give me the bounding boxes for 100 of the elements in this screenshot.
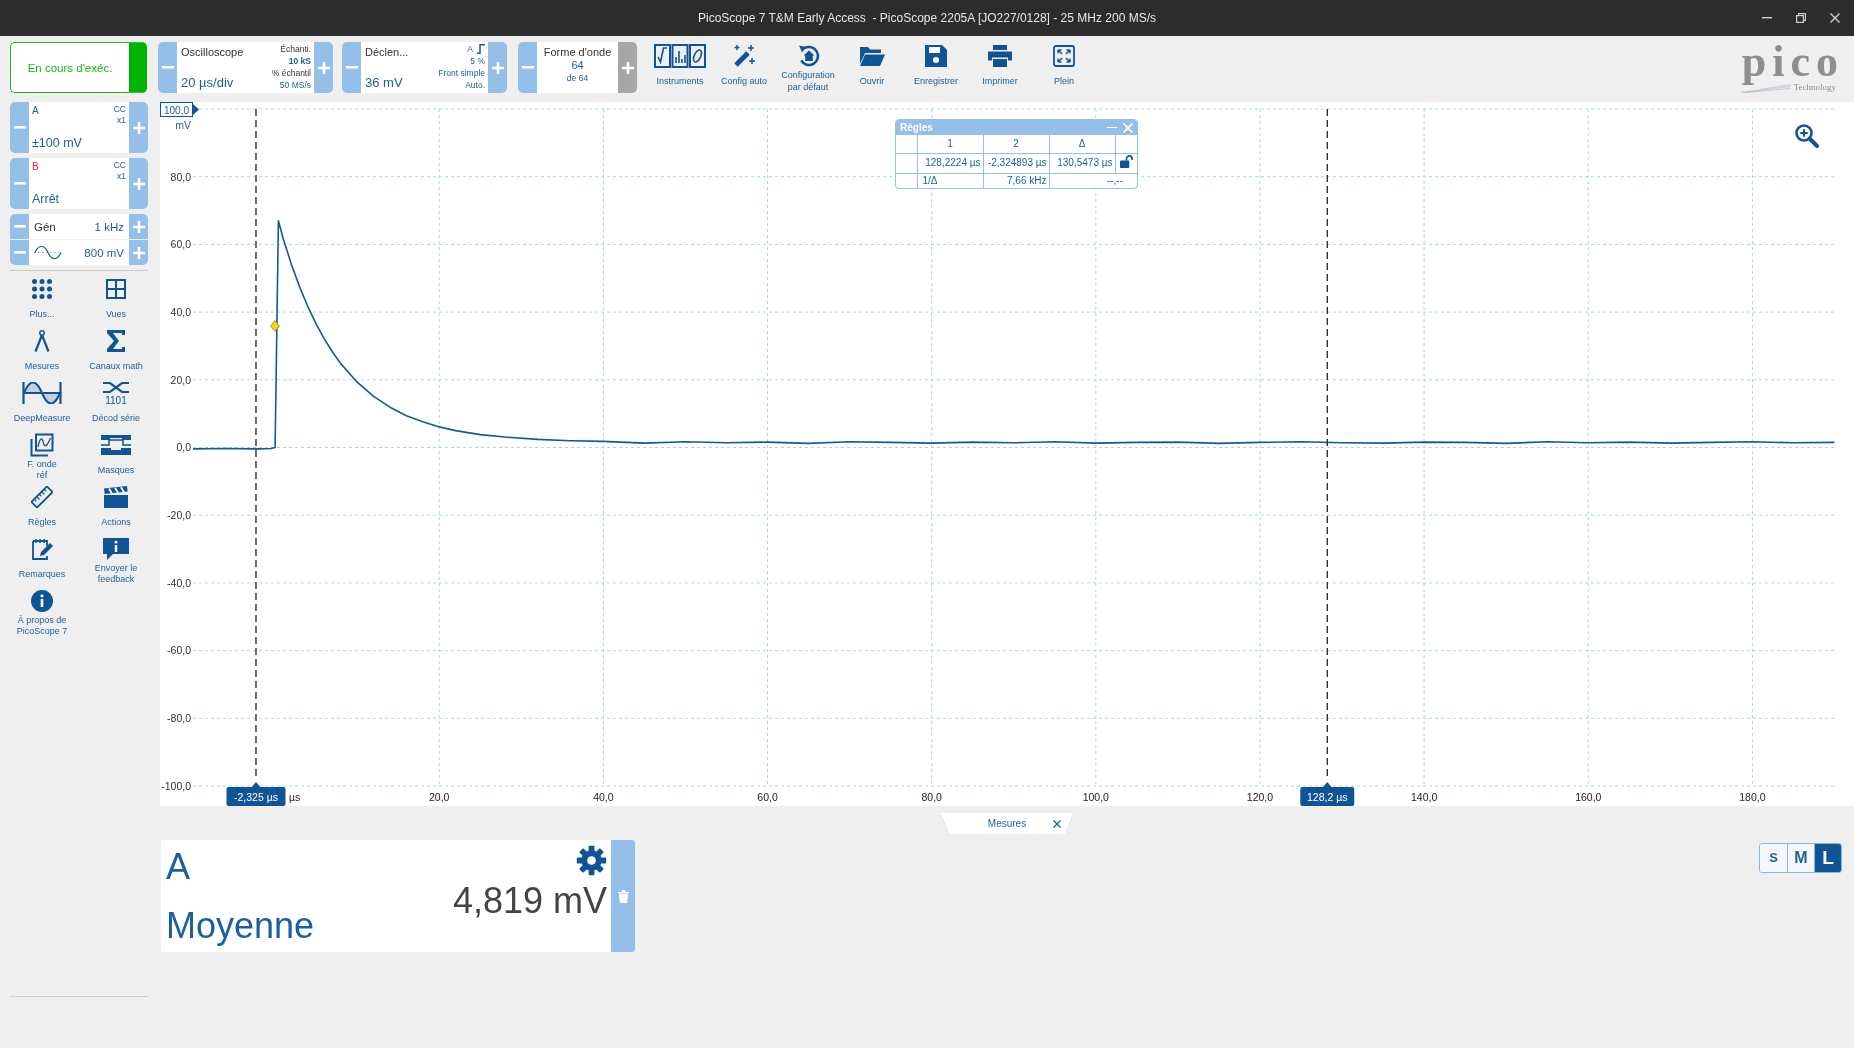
sidebar-tool-button[interactable]: Mesures [5, 328, 79, 378]
trigger-marker-icon[interactable] [270, 319, 281, 332]
plus-icon [132, 246, 145, 259]
toolbar-button[interactable]: Config auto [712, 42, 776, 93]
decrease-button[interactable] [158, 42, 177, 93]
generator-label: Gén [34, 220, 56, 233]
increase-button[interactable] [129, 158, 148, 209]
channel-name: B [32, 160, 39, 174]
probe-label[interactable]: x1 [117, 115, 126, 126]
trigger-level-value[interactable]: 36 mV [365, 75, 409, 91]
axis-tick-label: 40,0 [593, 791, 614, 803]
axis-tick-label: 40,0 [170, 305, 191, 318]
range-value[interactable]: ±100 mV [32, 135, 126, 151]
minus-icon [13, 182, 26, 185]
deep-measure-icon [22, 382, 62, 404]
generator-amplitude[interactable]: 800 mV [84, 246, 124, 259]
sidebar-tool-button[interactable]: Vues [79, 276, 153, 326]
decrease-button[interactable] [10, 240, 29, 265]
toolbar-button[interactable]: Plein [1032, 42, 1096, 93]
sidebar-tool-button[interactable]: Masques [79, 432, 153, 482]
toolbar-button[interactable]: Ouvrir [840, 42, 904, 93]
ruler-position: 128,2224 µs [917, 153, 983, 173]
axis-tick-label: -60,0 [167, 644, 191, 657]
samples-value[interactable]: 10 kS [288, 55, 311, 67]
logo-tagline: Technology [1793, 82, 1836, 93]
waveform-total: de 64 [566, 72, 589, 84]
window-title: PicoScope 7 T&M Early Access - PicoScope 2205A [JO227/0128] - 25 MHz 200 MS/s [697, 11, 1157, 25]
column-header: Δ [1049, 135, 1115, 153]
axis-tick-label: 60,0 [757, 791, 778, 803]
magic-wand-icon [732, 44, 756, 68]
sidebar-tool-button[interactable]: Actions [79, 484, 153, 534]
plus-icon [132, 177, 145, 190]
minus-icon [13, 225, 26, 228]
plus-icon [491, 61, 504, 74]
mask-pulse-icon [101, 435, 131, 455]
control-title: Forme d'onde [543, 45, 612, 59]
view-size-button[interactable]: L [1814, 844, 1841, 872]
sidebar-tool-button[interactable]: Plus... [5, 276, 79, 326]
restore-icon[interactable] [1796, 13, 1806, 23]
toolbar-button[interactable]: Enregistrer [904, 42, 968, 93]
sidebar-tool-button[interactable]: DeepMeasure [5, 380, 79, 430]
axis-tick-label: 20,0 [429, 791, 450, 803]
sidebar-tool-button[interactable]: À propos de PicoScope 7 [5, 588, 79, 638]
measurement-value: 4,819 mV [452, 881, 607, 921]
coupling-label[interactable]: CC [113, 104, 126, 115]
increase-button[interactable] [314, 42, 333, 93]
measurements-tab[interactable]: Mesures [940, 813, 1074, 834]
sidebar-tool-button[interactable]: Règles [5, 484, 79, 534]
plus-icon [132, 220, 145, 233]
increase-button[interactable] [129, 240, 148, 265]
minimize-icon[interactable] [1107, 126, 1117, 129]
generator-frequency[interactable]: 1 kHz [94, 220, 124, 233]
control-title: Oscilloscope [181, 45, 244, 59]
sidebar-tool-button[interactable]: F. onde réf [5, 432, 79, 482]
view-size-button[interactable]: S [1760, 844, 1787, 872]
axis-tick-label: 0,0 [176, 441, 191, 454]
increase-button[interactable] [488, 42, 507, 93]
trigger-type: Front simple [438, 67, 485, 79]
probe-label[interactable]: x1 [117, 171, 126, 182]
sidebar-tool-button[interactable]: 1101 Décod série [79, 380, 153, 430]
sigma-icon [107, 330, 125, 352]
decrease-button[interactable] [10, 214, 29, 239]
notepad-pencil-icon [31, 538, 53, 560]
toolbar-button[interactable]: Configuration par défaut [776, 42, 840, 93]
minus-icon [13, 251, 26, 254]
increase-button[interactable] [129, 102, 148, 153]
settings-icon[interactable] [576, 845, 607, 876]
plus-icon [317, 61, 330, 74]
channel-name: A [32, 104, 39, 118]
waveform-frames-icon [30, 433, 54, 457]
axis-tick-label: 20,0 [170, 373, 191, 386]
panel-title: Règles [900, 120, 933, 135]
axis-tick-label: 120,0 [1246, 791, 1274, 803]
waveform-number: 64 [571, 59, 584, 72]
close-icon[interactable] [1052, 819, 1061, 828]
minimize-icon[interactable] [1762, 17, 1772, 19]
view-size-button[interactable]: M [1787, 844, 1814, 872]
minus-icon [161, 66, 174, 69]
sidebar-tool-button[interactable]: Canaux math [79, 328, 153, 378]
increase-button[interactable] [129, 214, 148, 239]
sine-wave-icon[interactable] [34, 246, 62, 259]
frequency-delta: --,-- [1049, 173, 1137, 188]
minus-icon [521, 66, 534, 69]
decrease-button[interactable] [10, 158, 29, 209]
sidebar-tool-button[interactable]: Envoyer le feedback [79, 536, 153, 586]
toolbar-button[interactable]: Instruments [648, 42, 712, 93]
coupling-label[interactable]: CC [113, 160, 126, 171]
axis-unit-label: µs [289, 791, 301, 803]
minus-icon [345, 66, 358, 69]
sidebar-tool-button[interactable]: Remarques [5, 536, 79, 586]
zoom-in-icon[interactable] [1795, 124, 1819, 148]
toolbar-button[interactable]: Imprimer [968, 42, 1032, 93]
padlock-icon[interactable] [1119, 155, 1133, 168]
plus-icon [621, 61, 634, 74]
timebase-value[interactable]: 20 µs/div [181, 75, 244, 91]
decrease-button[interactable] [518, 42, 537, 93]
measurement-channel: A [166, 847, 190, 887]
decrease-button[interactable] [342, 42, 361, 93]
range-value[interactable]: Arrêt [32, 191, 126, 207]
decrease-button[interactable] [10, 102, 29, 153]
